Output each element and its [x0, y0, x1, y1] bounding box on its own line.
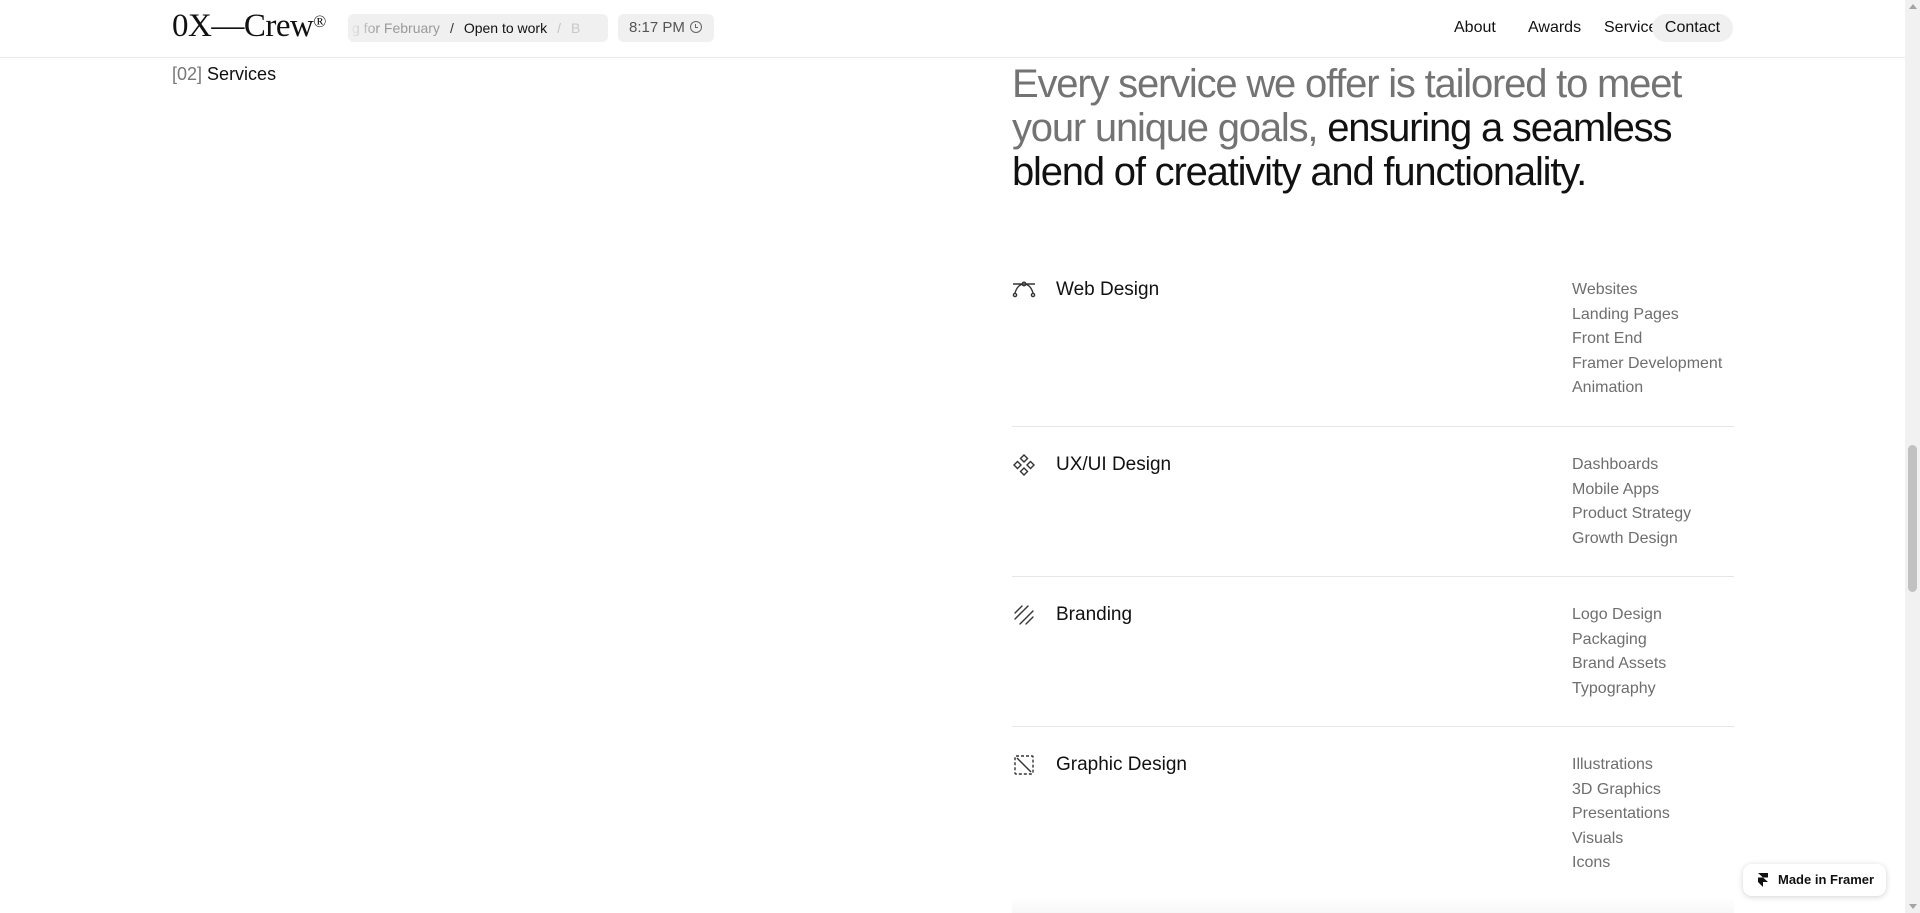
- scroll-up-arrow-icon[interactable]: [1909, 4, 1917, 9]
- service-ux-ui-design: UX/UI Design Dashboards Mobile Apps Prod…: [1012, 453, 1734, 577]
- logo[interactable]: 0X—Crew®: [172, 8, 326, 45]
- section-number: [02]: [172, 64, 203, 84]
- service-item: Packaging: [1572, 630, 1647, 648]
- registered-mark: ®: [313, 12, 326, 31]
- site-header: 0X—Crew® g for February / Open to work / B 8…: [0, 0, 1905, 58]
- availability-ticker: g for February / Open to work / B: [348, 14, 608, 42]
- components-icon: [1013, 454, 1035, 476]
- service-item: Icons: [1572, 854, 1611, 872]
- service-item: Illustrations: [1572, 756, 1653, 773]
- service-item: Animation: [1572, 379, 1644, 397]
- service-item: Websites: [1572, 281, 1638, 298]
- scrollbar-thumb[interactable]: [1908, 445, 1917, 592]
- section-name: Services: [207, 64, 277, 84]
- service-items: Dashboards Mobile Apps Product Strategy …: [1572, 453, 1691, 551]
- nav-about[interactable]: About: [1454, 14, 1496, 42]
- service-item: Framer Development: [1572, 354, 1723, 372]
- service-item: Mobile Apps: [1572, 480, 1660, 498]
- divider: [1012, 576, 1734, 577]
- service-item: Logo Design: [1572, 606, 1662, 623]
- service-item: Typography: [1572, 679, 1656, 697]
- service-title: Graphic Design: [1056, 754, 1187, 775]
- bezier-curve-icon: [1012, 281, 1036, 298]
- badge-label: Made in Framer: [1778, 872, 1875, 887]
- ticker-current: Open to work: [463, 20, 548, 36]
- service-items: Websites Landing Pages Front End Framer …: [1572, 278, 1722, 401]
- ticker-prev: g for February: [352, 20, 440, 36]
- clock-icon: [689, 21, 702, 33]
- framer-logo-icon: [1758, 873, 1768, 887]
- service-title: Web Design: [1056, 279, 1160, 300]
- page-scrollbar[interactable]: [1905, 0, 1920, 913]
- next-section-edge: [1012, 898, 1734, 913]
- service-web-design: Web Design Websites Landing Pages Front …: [1012, 278, 1734, 427]
- service-item: Brand Assets: [1572, 655, 1667, 673]
- ticker-next: B: [570, 20, 581, 36]
- service-graphic-design: Graphic Design Illustrations 3D Graphics…: [1012, 753, 1734, 901]
- service-item: Front End: [1572, 330, 1643, 348]
- service-item: 3D Graphics: [1572, 780, 1661, 798]
- logo-text: 0X—Crew: [172, 8, 314, 44]
- time-text: 8:17 PM: [629, 19, 685, 36]
- section-label: [02] Services: [172, 64, 276, 85]
- service-title: Branding: [1056, 604, 1133, 625]
- service-item: Landing Pages: [1572, 305, 1679, 323]
- service-item: Product Strategy: [1572, 505, 1692, 523]
- service-items: Logo Design Packaging Brand Assets Typog…: [1572, 603, 1666, 701]
- service-item: Dashboards: [1572, 456, 1659, 473]
- image-off-icon: [1014, 755, 1034, 775]
- ticker-separator: /: [557, 20, 561, 36]
- divider: [1012, 426, 1734, 427]
- service-item: Presentations: [1572, 805, 1670, 823]
- signature-icon: [1014, 605, 1034, 625]
- made-in-framer-badge[interactable]: Made in Framer: [1743, 864, 1886, 896]
- contact-button[interactable]: Contact: [1652, 14, 1733, 42]
- services-headline: Every service we offer is tailored to me…: [1012, 62, 1732, 194]
- ticker-separator: /: [449, 20, 454, 36]
- service-item: Growth Design: [1572, 529, 1678, 547]
- local-time: 8:17 PM: [618, 14, 714, 42]
- service-item: Visuals: [1572, 829, 1624, 847]
- service-title: UX/UI Design: [1056, 454, 1172, 475]
- service-items: Illustrations 3D Graphics Presentations …: [1572, 753, 1670, 876]
- scroll-down-arrow-icon[interactable]: [1909, 904, 1917, 909]
- service-branding: Branding Logo Design Packaging Brand Ass…: [1012, 603, 1734, 727]
- divider: [1012, 726, 1734, 727]
- nav-awards[interactable]: Awards: [1528, 14, 1581, 42]
